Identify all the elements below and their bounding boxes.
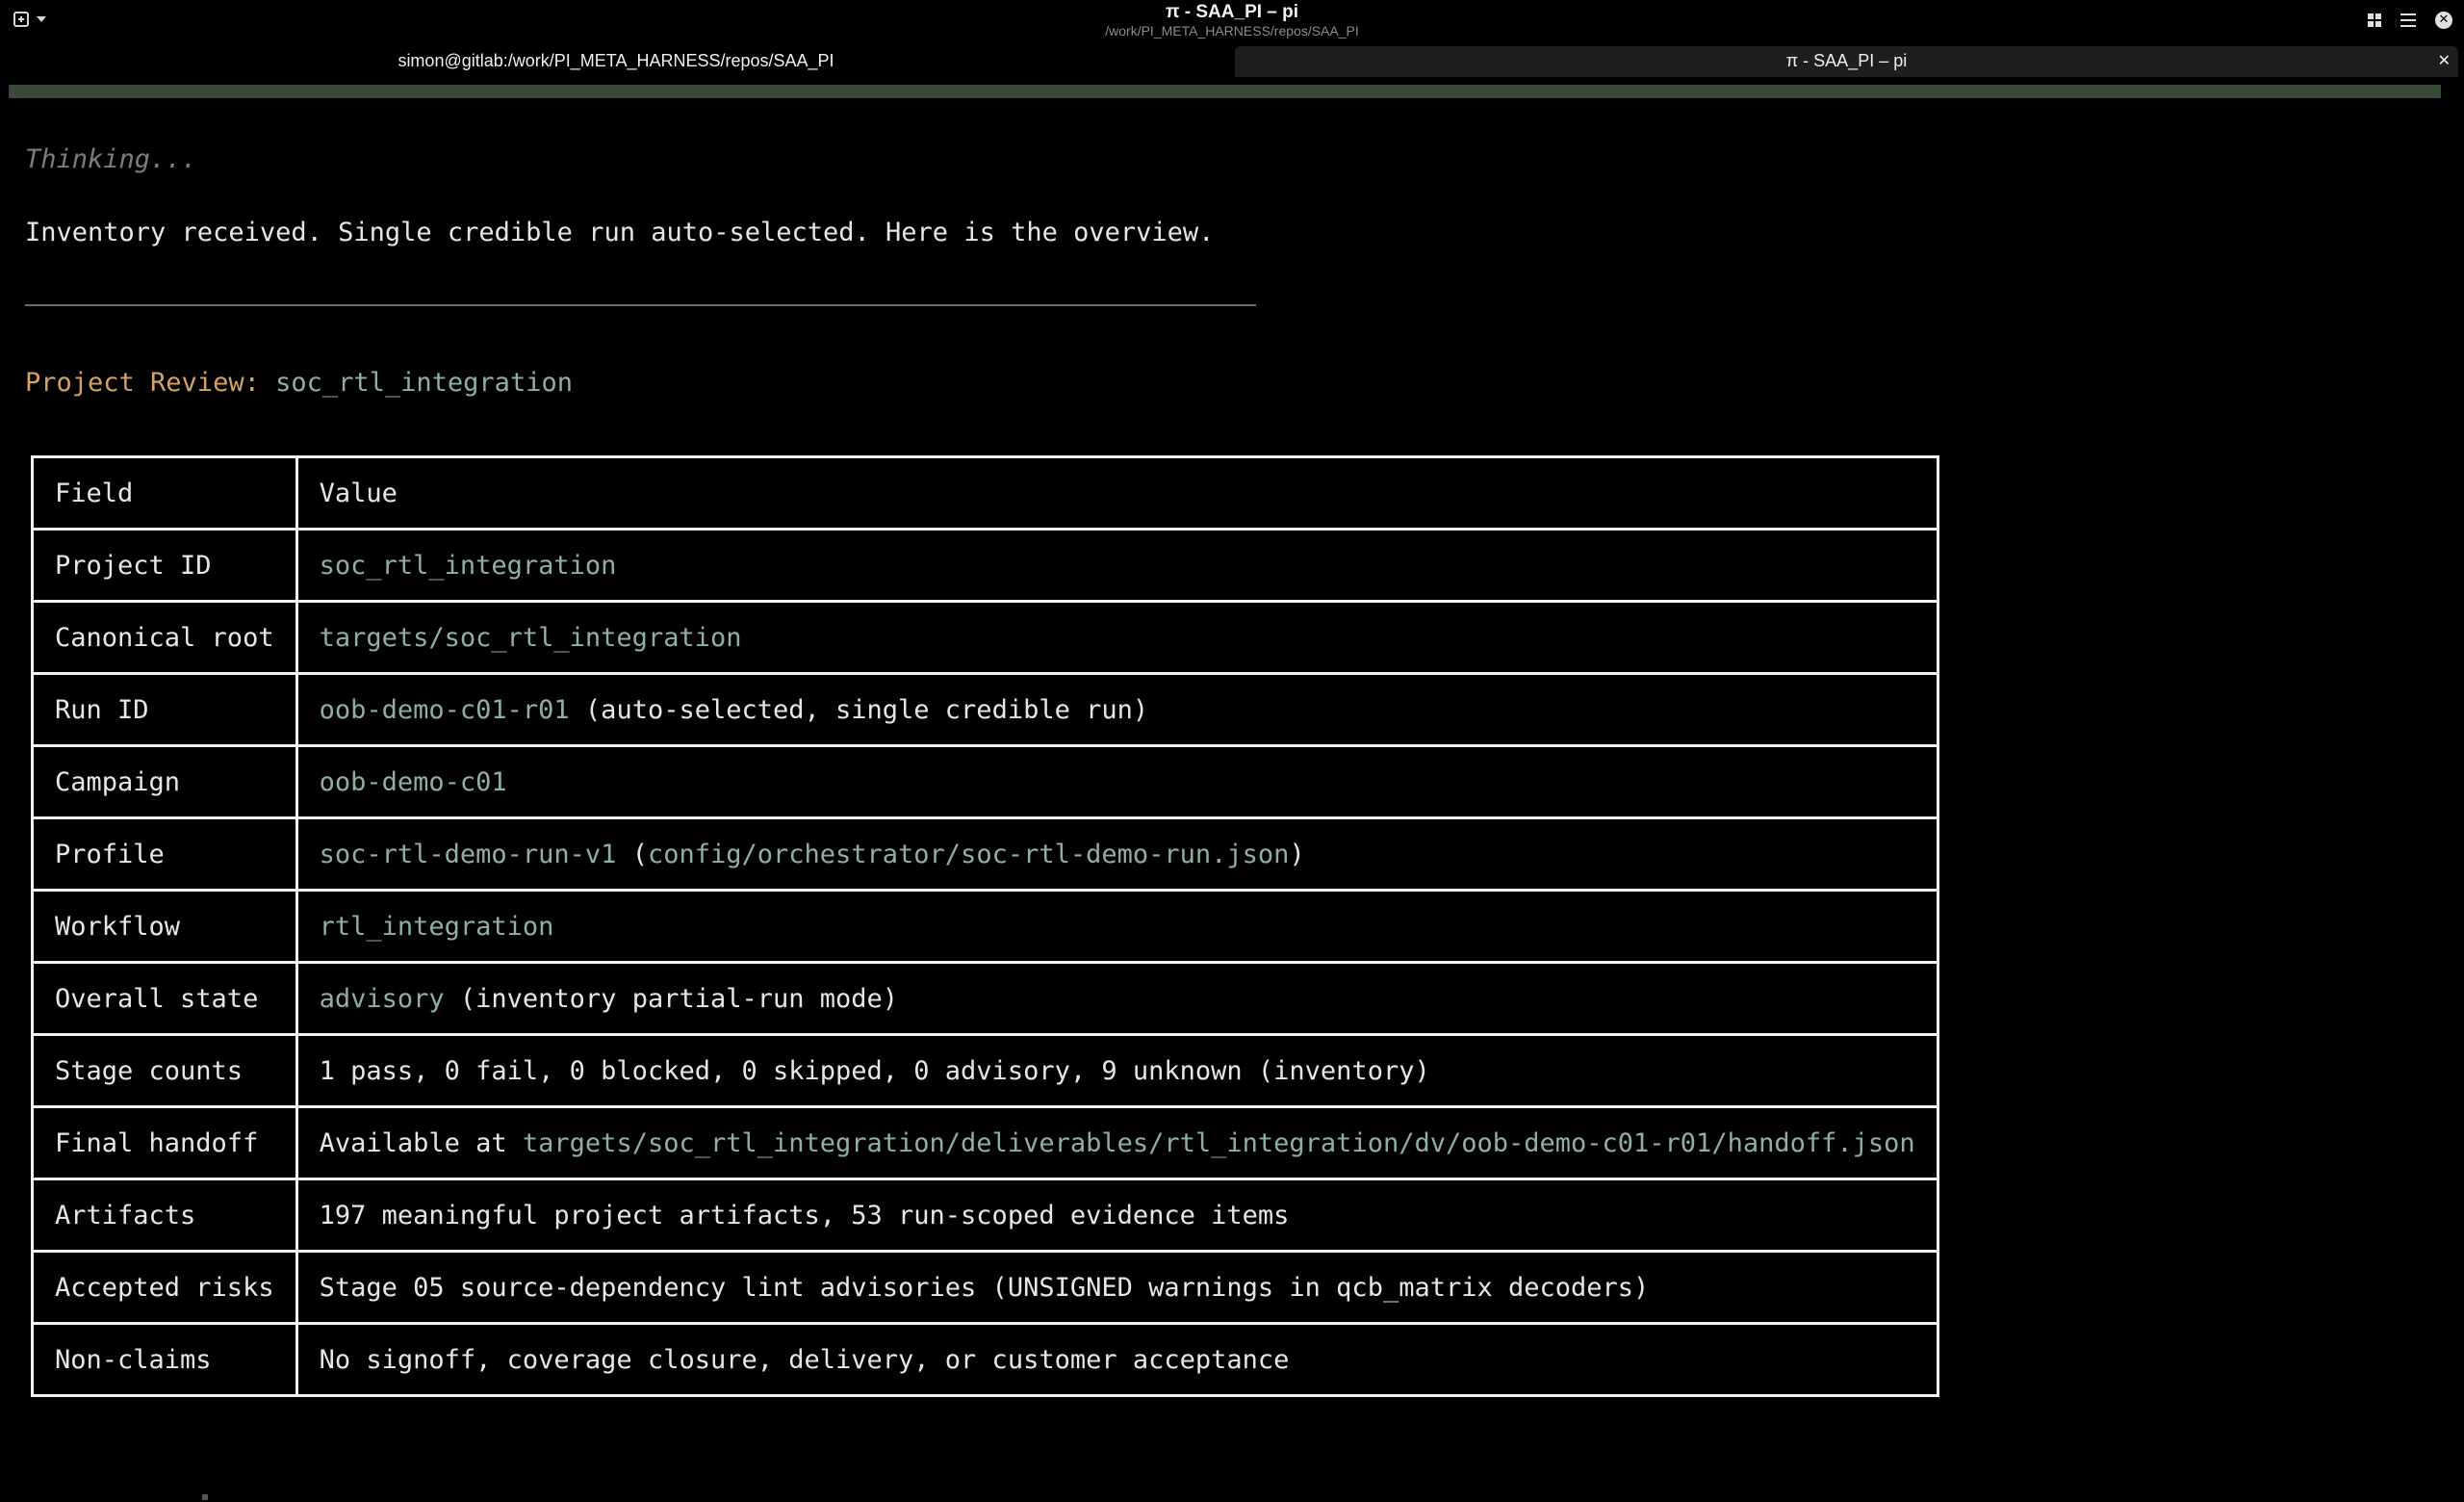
value-cell: rtl_integration: [295, 889, 1939, 964]
tab-label: π - SAA_PI – pi: [1785, 51, 1908, 70]
header-field: Field: [31, 455, 298, 531]
tab-pi-active[interactable]: π - SAA_PI – pi ✕: [1235, 46, 2458, 77]
value-cell: oob-demo-c01-r01 (auto-selected, single …: [295, 672, 1939, 747]
value-text: (inventory partial-run mode): [444, 983, 899, 1014]
field-cell: Workflow: [31, 889, 298, 964]
field-cell: Stage counts: [31, 1033, 298, 1108]
value-cell: Stage 05 source-dependency lint advisori…: [295, 1250, 1939, 1325]
value-cell: oob-demo-c01: [295, 744, 1939, 819]
review-project-name: soc_rtl_integration: [275, 368, 573, 398]
header-value: Value: [295, 455, 1939, 531]
table-row: Project ID soc_rtl_integration: [31, 528, 1939, 603]
titlebar-right-controls: ✕: [2368, 12, 2452, 29]
table-row: Workflow rtl_integration: [31, 889, 1939, 964]
value-highlight: targets/soc_rtl_integration/deliverables…: [522, 1127, 1915, 1158]
field-cell: Accepted risks: [31, 1250, 298, 1325]
table-row: Profile soc-rtl-demo-run-v1 (config/orch…: [31, 816, 1939, 892]
window-subtitle: /work/PI_META_HARNESS/repos/SAA_PI: [1105, 23, 1359, 39]
table-row: Non-claims No signoff, coverage closure,…: [31, 1322, 1939, 1397]
project-review-heading: Project Review: soc_rtl_integration: [25, 364, 573, 402]
table-row: Campaign oob-demo-c01: [31, 744, 1939, 819]
table-row: Stage counts 1 pass, 0 fail, 0 blocked, …: [31, 1033, 1939, 1108]
value-highlight: config/orchestrator/soc-rtl-demo-run.jso…: [647, 839, 1290, 869]
divider: [25, 304, 1256, 306]
tab-bar: simon@gitlab:/work/PI_META_HARNESS/repos…: [0, 46, 2464, 77]
value-cell: soc_rtl_integration: [295, 528, 1939, 603]
value-cell: soc-rtl-demo-run-v1 (config/orchestrator…: [295, 816, 1939, 892]
value-highlight: oob-demo-c01: [319, 766, 507, 797]
field-cell: Overall state: [31, 961, 298, 1036]
tab-shell[interactable]: simon@gitlab:/work/PI_META_HARNESS/repos…: [0, 46, 1232, 77]
field-cell: Profile: [31, 816, 298, 892]
close-icon[interactable]: ✕: [2435, 12, 2452, 29]
hamburger-menu-icon[interactable]: [2400, 13, 2416, 27]
field-cell: Project ID: [31, 528, 298, 603]
review-label: Project Review:: [25, 368, 260, 398]
status-strip-fill: [9, 85, 2441, 98]
value-cell: 197 meaningful project artifacts, 53 run…: [295, 1178, 1939, 1253]
table-row: Final handoff Available at targets/soc_r…: [31, 1105, 1939, 1180]
assistant-message: Inventory received. Single credible run …: [25, 218, 1215, 247]
window-titlebar: π - SAA_PI – pi /work/PI_META_HARNESS/re…: [0, 0, 2464, 44]
table-row: Accepted risks Stage 05 source-dependenc…: [31, 1250, 1939, 1325]
value-cell: 1 pass, 0 fail, 0 blocked, 0 skipped, 0 …: [295, 1033, 1939, 1108]
value-highlight: advisory: [319, 983, 445, 1014]
value-highlight: oob-demo-c01-r01: [319, 694, 570, 725]
thinking-indicator: Thinking...: [25, 144, 197, 174]
table-row: Artifacts 197 meaningful project artifac…: [31, 1178, 1939, 1253]
value-cell: Available at targets/soc_rtl_integration…: [295, 1105, 1939, 1180]
value-highlight: targets/soc_rtl_integration: [319, 622, 742, 653]
table-header-row: Field Value: [31, 455, 1939, 531]
field-cell: Non-claims: [31, 1322, 298, 1397]
field-cell: Canonical root: [31, 600, 298, 675]
value-highlight: soc_rtl_integration: [319, 550, 617, 581]
field-cell: Campaign: [31, 744, 298, 819]
table-row: Canonical root targets/soc_rtl_integrati…: [31, 600, 1939, 675]
table-row: Overall state advisory (inventory partia…: [31, 961, 1939, 1036]
window-title-block: π - SAA_PI – pi /work/PI_META_HARNESS/re…: [0, 2, 2464, 39]
project-review-table: Field Value Project ID soc_rtl_integrati…: [31, 455, 1939, 1397]
tab-label: simon@gitlab:/work/PI_META_HARNESS/repos…: [398, 51, 834, 70]
value-highlight: soc-rtl-demo-run-v1: [319, 839, 617, 869]
grid-icon[interactable]: [2368, 13, 2381, 27]
field-cell: Artifacts: [31, 1178, 298, 1253]
cursor-fragment: [202, 1494, 208, 1500]
value-highlight: rtl_integration: [319, 911, 554, 942]
project-review-table-wrapper: Field Value Project ID soc_rtl_integrati…: [31, 455, 1939, 1397]
close-icon[interactable]: ✕: [2438, 46, 2451, 75]
value-text: (auto-selected, single credible run): [569, 694, 1149, 725]
status-strip: [9, 85, 2441, 98]
value-cell: targets/soc_rtl_integration: [295, 600, 1939, 675]
window-title: π - SAA_PI – pi: [1165, 2, 1299, 22]
table-row: Run ID oob-demo-c01-r01 (auto-selected, …: [31, 672, 1939, 747]
field-cell: Final handoff: [31, 1105, 298, 1180]
value-cell: No signoff, coverage closure, delivery, …: [295, 1322, 1939, 1397]
value-text: (: [616, 839, 648, 869]
value-text: Available at: [319, 1127, 523, 1158]
field-cell: Run ID: [31, 672, 298, 747]
value-text: ): [1289, 839, 1305, 869]
value-cell: advisory (inventory partial-run mode): [295, 961, 1939, 1036]
